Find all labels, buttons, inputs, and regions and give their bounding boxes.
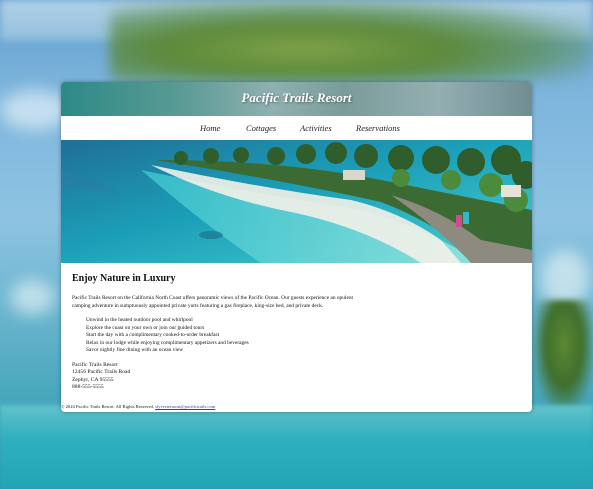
background-cloud <box>0 90 70 130</box>
page-heading: Enjoy Nature in Luxury <box>72 273 176 284</box>
nav-home-link[interactable]: Home <box>200 123 220 133</box>
list-item: Savor nightly fine dining with an ocean … <box>86 347 184 354</box>
list-item: Start the day with a complimentary cooke… <box>86 332 220 339</box>
address-phone: 888-555-5555 <box>72 384 104 391</box>
contact-address: Pacific Trails Resort 12456 Pacific Trai… <box>72 362 130 392</box>
hero-image <box>61 140 532 263</box>
background-palms-right <box>535 300 593 410</box>
site-title: Pacific Trails Resort <box>241 90 352 105</box>
address-city: Zephyr, CA 95555 <box>72 376 114 383</box>
nav-reservations-link[interactable]: Reservations <box>356 123 400 133</box>
address-street: 12456 Pacific Trails Road <box>72 369 131 376</box>
background-cloud <box>10 280 55 315</box>
list-item: Unwind in the heated outdoor pool and wh… <box>86 317 193 323</box>
background-palms <box>110 0 593 82</box>
intro-paragraph: Pacific Trails Resort on the California … <box>72 295 354 309</box>
site-header: Pacific Trails Resort <box>61 82 532 116</box>
main-content: Enjoy Nature in Luxury Pacific Trails Re… <box>72 273 512 390</box>
background-water <box>0 405 593 489</box>
nav-activities-link[interactable]: Activities <box>300 123 332 133</box>
nav-cottages-link[interactable]: Cottages <box>246 123 276 133</box>
features-list: Unwind in the heated outdoor pool and wh… <box>86 317 249 355</box>
site-footer: © 2024 Pacific Trails Resort. All Rights… <box>61 404 215 409</box>
page-container: Pacific Trails Resort Home Cottages Acti… <box>61 82 532 412</box>
hero-beach-illustration <box>61 140 532 263</box>
footer-email-link[interactable]: slyvesteruwai@pacifictrails.com <box>155 404 215 409</box>
main-navigation: Home Cottages Activities Reservations <box>61 116 532 141</box>
footer-copyright: © 2024 Pacific Trails Resort. All Rights… <box>61 404 154 409</box>
